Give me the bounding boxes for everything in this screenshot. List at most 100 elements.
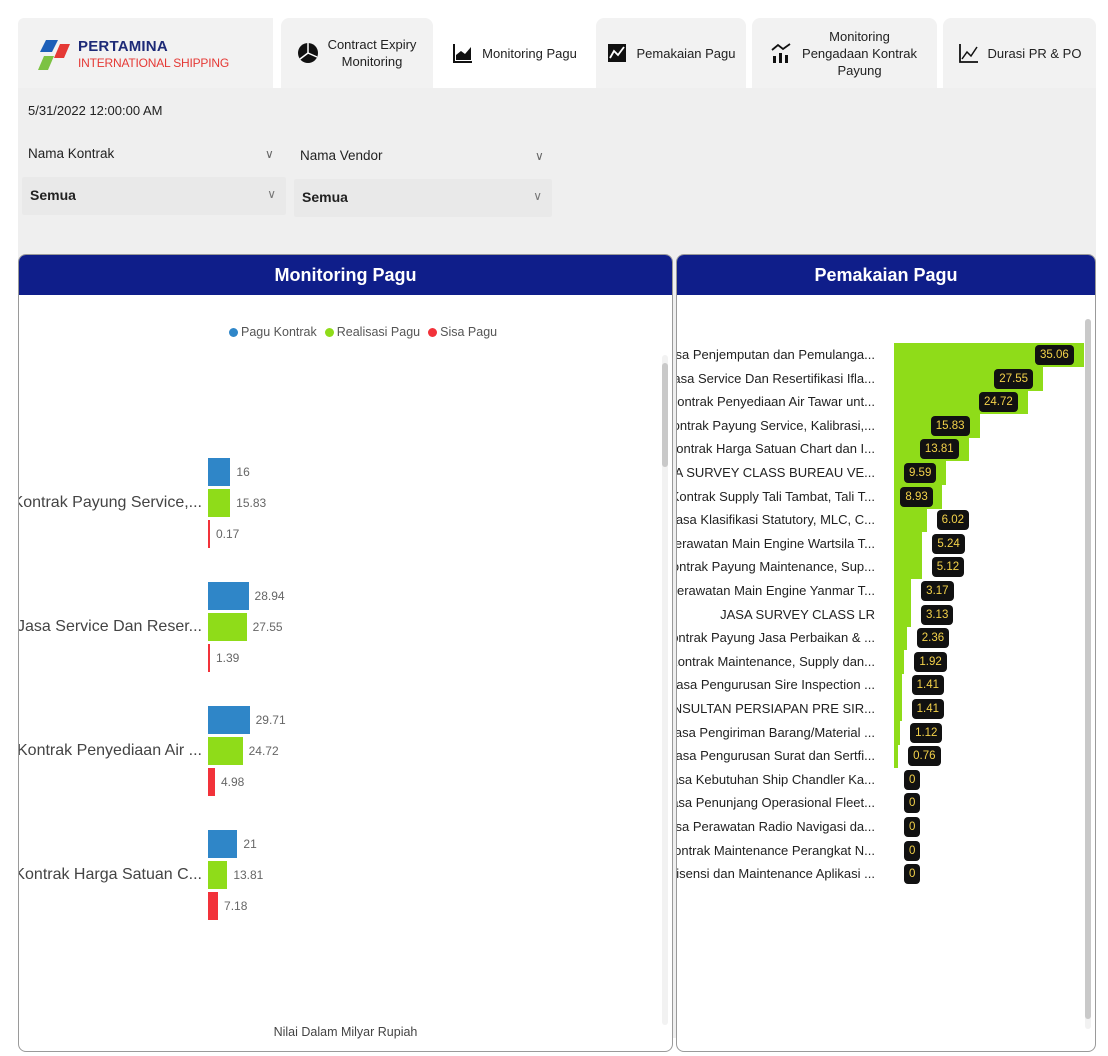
category-label: Jasa Penunjang Operasional Fleet... [676, 795, 875, 811]
kontrak-filter-dropdown[interactable]: Semua ∨ [22, 177, 286, 215]
brand-logo: PERTAMINA INTERNATIONAL SHIPPING [18, 18, 273, 88]
data-label: 35.06 [1035, 345, 1074, 365]
bar[interactable] [894, 649, 905, 674]
data-label: 4.98 [220, 775, 245, 789]
tab-durasi-pr-po[interactable]: Durasi PR & PO [943, 18, 1096, 88]
category-label: Kontrak Harga Satuan Chart dan I... [676, 441, 875, 457]
tab-monitoring-pengadaan[interactable]: Monitoring Pengadaan Kontrak Payung [752, 18, 937, 88]
chevron-down-icon[interactable]: ∨ [265, 147, 274, 161]
bar[interactable] [894, 744, 899, 769]
category-label: Jasa Klasifikasi Statutory, MLC, C... [676, 512, 875, 528]
category-label: Lisensi dan Maintenance Aplikasi ... [676, 866, 875, 882]
bar[interactable] [894, 531, 923, 556]
data-label: 13.81 [919, 439, 959, 460]
data-label: 1.41 [911, 699, 945, 719]
tab-contract-expiry[interactable]: Contract Expiry Monitoring [281, 18, 433, 88]
bar[interactable] [894, 555, 922, 580]
tab-label: Monitoring Pagu [482, 45, 577, 61]
tab-pemakaian-pagu[interactable]: Pemakaian Pagu [596, 18, 746, 88]
bar[interactable] [894, 673, 902, 698]
legend-dot-icon [324, 327, 334, 337]
trend-chart-icon [958, 44, 978, 63]
data-label: 0 [904, 769, 921, 790]
legend-label: Sisa Pagu [440, 325, 498, 339]
category-label: Jasa Pengurusan Sire Inspection ... [676, 677, 875, 693]
scrollbar-thumb[interactable] [662, 363, 668, 467]
area-chart-icon [453, 44, 473, 63]
bar[interactable] [894, 579, 912, 603]
chevron-down-icon: ∨ [533, 189, 542, 203]
brand-subtitle: INTERNATIONAL SHIPPING [78, 56, 229, 70]
category-label: Jasa Service Dan Reser... [18, 618, 202, 635]
card-title: Monitoring Pagu [19, 255, 672, 295]
category-label: Jasa Service Dan Resertifikasi Ifla... [676, 370, 875, 386]
data-label: 5.12 [931, 557, 965, 578]
bar[interactable] [208, 892, 219, 920]
report-date: 5/31/2022 12:00:00 AM [28, 103, 163, 118]
category-label: Jasa Pengiriman Barang/Material ... [676, 724, 875, 740]
data-label: 3.17 [921, 581, 954, 601]
tab-label: Pemakaian Pagu [636, 45, 736, 61]
data-label: 8.93 [900, 486, 933, 507]
category-label: Kontrak Supply Tali Tambat, Tali T... [676, 488, 875, 504]
bar[interactable] [208, 706, 250, 734]
legend-item: Realisasi Pagu [324, 325, 421, 339]
tab-label: Durasi PR & PO [987, 45, 1082, 61]
legend-label: Realisasi Pagu [336, 325, 421, 339]
chevron-down-icon: ∨ [267, 187, 276, 201]
legend-dot-icon [428, 327, 438, 337]
data-label: 27.55 [994, 368, 1034, 389]
bar[interactable] [208, 613, 247, 641]
scrollbar-thumb[interactable] [1085, 319, 1091, 1019]
bar[interactable] [894, 508, 927, 533]
data-label: 1.12 [910, 722, 943, 743]
category-label: Kontrak Maintenance, Supply dan... [676, 653, 875, 669]
bar-line-chart-icon [770, 43, 791, 63]
category-label: Perawatan Main Engine Wartsila T... [676, 535, 875, 551]
bar[interactable] [894, 602, 911, 627]
data-label: 1.92 [914, 651, 947, 672]
bar[interactable] [894, 626, 907, 651]
vendor-filter-value: Semua [302, 189, 348, 205]
brand-title: PERTAMINA [78, 38, 168, 55]
kontrak-filter-label: Nama Kontrak [28, 146, 115, 161]
data-label: 15.83 [930, 415, 970, 436]
category-label: Kontrak Penyediaan Air Tawar unt... [676, 394, 875, 410]
top-bar: PERTAMINA INTERNATIONAL SHIPPING Contrac… [18, 18, 1096, 88]
data-label: 28.94 [254, 589, 285, 603]
data-label: 13.81 [233, 868, 264, 882]
bar[interactable] [208, 644, 210, 672]
bar[interactable] [208, 489, 231, 517]
category-label: Jasa Kebutuhan Ship Chandler Ka... [676, 771, 875, 787]
data-label: 2.36 [916, 628, 950, 649]
bar[interactable] [208, 737, 243, 765]
legend-item: Pagu Kontrak [229, 325, 317, 339]
bar[interactable] [208, 520, 210, 548]
kontrak-filter-value: Semua [30, 187, 76, 203]
vendor-filter-label: Nama Vendor [300, 148, 383, 163]
bar[interactable] [208, 458, 231, 486]
bar[interactable] [208, 582, 249, 610]
bar[interactable] [894, 720, 901, 745]
card-title: Pemakaian Pagu [677, 255, 1095, 295]
vendor-filter-dropdown[interactable]: Semua ∨ [294, 179, 552, 217]
bar[interactable] [208, 768, 215, 796]
x-axis-title: Nilai Dalam Milyar Rupiah [273, 1025, 418, 1039]
line-chart-icon [608, 44, 627, 62]
data-label: 24.72 [978, 392, 1018, 413]
bar[interactable] [208, 861, 228, 889]
data-label: 1.41 [911, 675, 945, 696]
category-label: JASA SURVEY CLASS BUREAU VE... [677, 465, 875, 480]
bar[interactable] [208, 830, 238, 858]
category-label: Jasa Perawatan Radio Navigasi da... [676, 819, 875, 834]
data-label: 0 [904, 840, 921, 861]
data-label: 5.24 [932, 533, 965, 554]
data-label: 0.76 [908, 746, 941, 767]
pertamina-logo-icon [38, 40, 70, 70]
data-label: 24.72 [248, 744, 279, 758]
tab-monitoring-pagu[interactable]: Monitoring Pagu [439, 18, 590, 88]
chevron-down-icon[interactable]: ∨ [535, 149, 544, 163]
bar[interactable] [894, 697, 902, 721]
legend-label: Pagu Kontrak [241, 325, 317, 339]
category-label: Kontrak Payung Service, Kalibrasi,... [676, 417, 875, 433]
